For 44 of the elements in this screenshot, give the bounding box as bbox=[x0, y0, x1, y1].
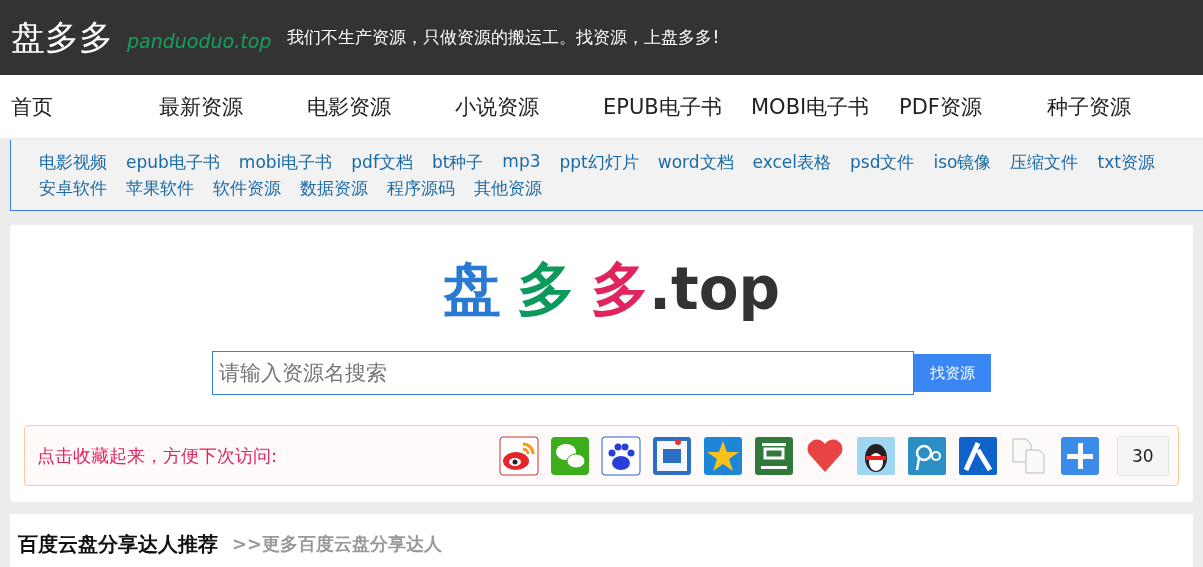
category-link[interactable]: 电影视频 bbox=[39, 150, 107, 174]
category-link[interactable]: 其他资源 bbox=[474, 176, 542, 200]
category-link[interactable]: pdf文档 bbox=[351, 150, 413, 174]
category-link[interactable]: epub电子书 bbox=[126, 150, 220, 174]
category-link[interactable]: excel表格 bbox=[752, 150, 832, 174]
category-link[interactable]: 压缩文件 bbox=[1010, 150, 1079, 174]
penguin-icon[interactable] bbox=[856, 435, 896, 476]
nav-link[interactable]: 种子资源 bbox=[1047, 92, 1195, 121]
share-prompt: 点击收藏起来，方便下次访问: bbox=[37, 443, 279, 468]
category-link[interactable]: ppt幻灯片 bbox=[559, 150, 639, 174]
nav-link[interactable]: 小说资源 bbox=[455, 92, 603, 121]
category-link[interactable]: 数据资源 bbox=[300, 176, 368, 200]
category-link[interactable]: 程序源码 bbox=[387, 176, 455, 200]
logo-character: 盘 bbox=[442, 255, 501, 323]
search-field[interactable]: 请输入资源名搜索 bbox=[212, 351, 914, 395]
category-link[interactable]: mobi电子书 bbox=[238, 150, 333, 174]
site-name[interactable]: 盘多多 bbox=[11, 14, 113, 61]
category-link[interactable]: psd文件 bbox=[850, 150, 915, 174]
category-link[interactable]: 软件资源 bbox=[213, 176, 281, 200]
nav-link[interactable]: 最新资源 bbox=[159, 92, 307, 121]
category-link[interactable]: bt种子 bbox=[431, 150, 484, 174]
category-link[interactable]: 安卓软件 bbox=[39, 176, 107, 200]
category-link[interactable]: iso镜像 bbox=[933, 150, 992, 174]
nav-link[interactable]: 电影资源 bbox=[307, 92, 455, 121]
domain-text: panduoduo.top bbox=[127, 29, 272, 52]
nav-link[interactable]: MOBI电子书 bbox=[751, 92, 899, 121]
search-button[interactable]: 找资源 bbox=[914, 354, 991, 392]
nav-link[interactable]: EPUB电子书 bbox=[603, 92, 751, 121]
more-link[interactable]: >>更多百度云盘分享达人 bbox=[232, 532, 443, 556]
plus-icon[interactable] bbox=[1060, 435, 1100, 476]
logo-suffix: .top bbox=[648, 255, 781, 323]
logo-character: 多 bbox=[516, 255, 575, 323]
nav-link[interactable]: 首页 bbox=[11, 92, 159, 121]
category-link[interactable]: mp3 bbox=[502, 150, 541, 174]
paw-icon[interactable] bbox=[601, 435, 641, 476]
share-count: 30 bbox=[1117, 435, 1169, 476]
category-link[interactable]: txt资源 bbox=[1097, 150, 1155, 174]
section-title: 百度云盘分享达人推荐 bbox=[18, 530, 218, 558]
logo-character: 多 bbox=[590, 255, 649, 323]
category-link[interactable]: word文档 bbox=[657, 150, 734, 174]
nav-link[interactable]: PDF资源 bbox=[899, 92, 1047, 121]
person-icon[interactable] bbox=[958, 435, 998, 476]
slogan-text: 我们不生产资源，只做资源的搬运工。找资源，上盘多多! bbox=[287, 26, 720, 49]
category-link[interactable]: 苹果软件 bbox=[126, 176, 194, 200]
